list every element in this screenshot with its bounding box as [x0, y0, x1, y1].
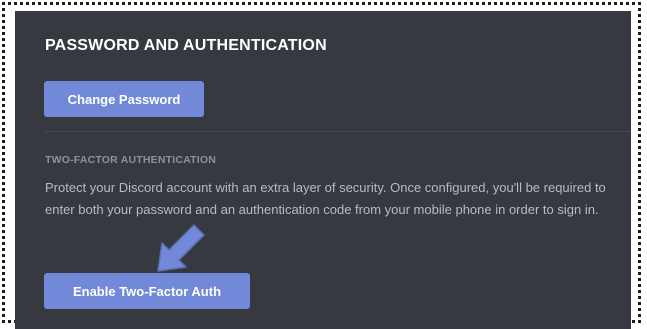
settings-panel: PASSWORD AND AUTHENTICATION Change Passw… — [15, 11, 631, 329]
two-factor-section-label: TWO-FACTOR AUTHENTICATION — [45, 154, 217, 166]
pointer-arrow-icon — [157, 224, 205, 272]
section-divider — [44, 131, 631, 132]
change-password-button[interactable]: Change Password — [44, 81, 204, 117]
enable-two-factor-button[interactable]: Enable Two-Factor Auth — [44, 273, 250, 309]
page-title: PASSWORD AND AUTHENTICATION — [45, 37, 327, 54]
two-factor-description: Protect your Discord account with an ext… — [45, 180, 606, 217]
